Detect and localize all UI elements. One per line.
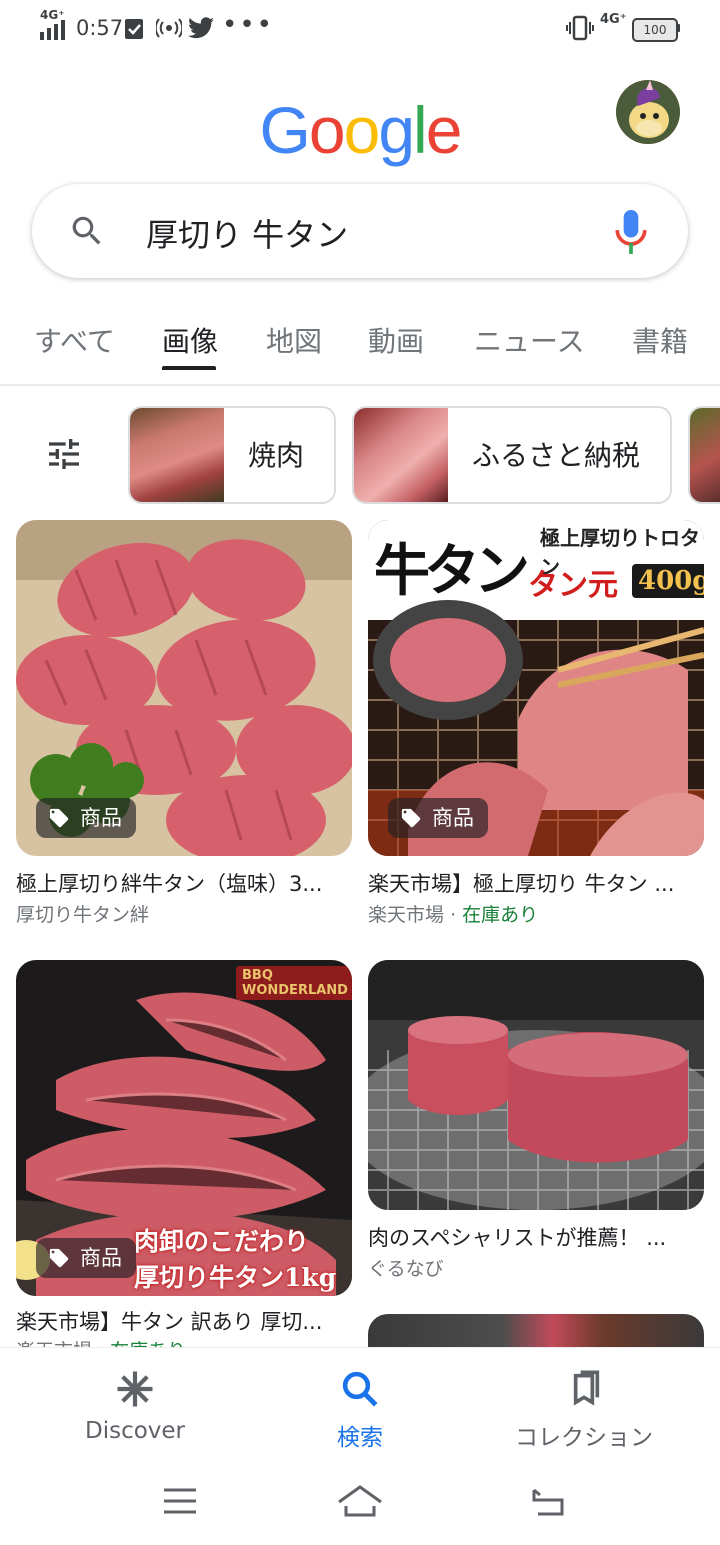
- tab-videos[interactable]: 動画: [368, 320, 424, 360]
- battery-icon: 100: [632, 18, 678, 42]
- avatar[interactable]: [616, 80, 680, 144]
- hotspot-icon: [156, 18, 182, 38]
- network-type: 4G⁺: [40, 8, 65, 22]
- product-badge: 商品: [36, 798, 136, 838]
- product-badge: 商品: [36, 1238, 136, 1278]
- tab-images[interactable]: 画像: [162, 320, 218, 360]
- search-icon: [342, 1371, 378, 1407]
- menu-icon[interactable]: [162, 1486, 198, 1516]
- overlay-weight: 400g: [632, 564, 704, 598]
- nav-label: Discover: [84, 1418, 186, 1444]
- overlay-brand: 牛タン: [374, 538, 530, 604]
- vibrate-icon: [566, 15, 594, 41]
- nav-collections[interactable]: コレクション: [494, 1364, 674, 1454]
- chip-label: ふるさと納税: [472, 439, 641, 472]
- result-source-1: 厚切り牛タン絆: [16, 904, 150, 926]
- network-type-right: 4G⁺: [600, 12, 627, 27]
- chip-partial[interactable]: [688, 406, 720, 504]
- chip-thumbnail: [130, 408, 224, 502]
- tab-maps[interactable]: 地図: [266, 320, 322, 360]
- status-bar: 4G⁺ 0:57 ••• 4G⁺ 100: [0, 0, 720, 56]
- tag-icon: [49, 808, 69, 828]
- result-title-1[interactable]: 極上厚切り絆牛タン（塩味）3...: [16, 868, 352, 898]
- result-title-2[interactable]: 楽天市場】極上厚切り 牛タン ...: [368, 868, 704, 898]
- nav-label: 検索: [337, 1425, 383, 1451]
- chip-thumbnail: [354, 408, 448, 502]
- asterisk-icon: [117, 1371, 153, 1407]
- result-image-3[interactable]: BBQ WONDERLAND 肉卸のこだわり 厚切り牛タン1kg 商品: [16, 960, 352, 1296]
- tab-books[interactable]: 書籍: [632, 320, 688, 360]
- overlay-brand: BBQ WONDERLAND: [236, 966, 352, 1000]
- tab-all[interactable]: すべて: [34, 320, 115, 360]
- badge-label: 商品: [80, 806, 122, 830]
- result-title-3[interactable]: 楽天市場】牛タン 訳あり 厚切...: [16, 1306, 352, 1336]
- nav-search[interactable]: 検索: [285, 1364, 435, 1454]
- chip-thumbnail: [690, 408, 720, 502]
- result-image-2[interactable]: 極上厚切りトロタン 牛タン タン元 400g 商品: [368, 520, 704, 856]
- filter-tune-icon[interactable]: [44, 434, 84, 474]
- battery-level: 100: [643, 23, 667, 37]
- chip-label: 焼肉: [248, 439, 305, 472]
- active-tab-indicator: [162, 366, 216, 370]
- result-source-2: 楽天市場 · 在庫あり: [368, 900, 538, 927]
- search-icon[interactable]: [68, 212, 106, 250]
- microphone-icon[interactable]: [614, 210, 648, 254]
- tag-icon: [49, 1248, 69, 1268]
- more-notifications-icon: •••: [222, 10, 275, 40]
- overlay-line1: 肉卸のこだわり: [134, 1227, 310, 1256]
- in-stock-label: 在庫あり: [462, 904, 539, 926]
- overlay-line2: 厚切り牛タン1kg: [134, 1263, 337, 1292]
- bookmarks-icon: [573, 1370, 600, 1406]
- result-source-4: ぐるなび: [368, 1258, 444, 1280]
- result-image-5[interactable]: [368, 1314, 704, 1347]
- search-query[interactable]: 厚切り 牛タン: [146, 210, 348, 256]
- clock: 0:57: [76, 16, 124, 40]
- home-icon[interactable]: [336, 1484, 384, 1518]
- result-image-4[interactable]: [368, 960, 704, 1210]
- google-logo: Google: [259, 93, 463, 167]
- tab-news[interactable]: ニュース: [474, 320, 585, 360]
- back-icon[interactable]: [530, 1486, 568, 1518]
- nav-label: コレクション: [515, 1425, 653, 1451]
- divider: [0, 384, 720, 386]
- source-name: 楽天市場: [368, 904, 445, 926]
- thick-tongue-grill-photo: [368, 960, 704, 1210]
- overlay-subtitle: タン元: [528, 568, 618, 603]
- badge-label: 商品: [432, 806, 474, 830]
- source-separator: ·: [450, 904, 457, 926]
- result-image-1[interactable]: 商品: [16, 520, 352, 856]
- result-title-4[interactable]: 肉のスペシャリストが推薦！ ...: [368, 1222, 704, 1252]
- twitter-icon: [188, 17, 214, 39]
- tag-icon: [401, 808, 421, 828]
- clipboard-check-icon: [125, 19, 143, 39]
- badge-label: 商品: [80, 1246, 122, 1270]
- product-badge: 商品: [388, 798, 488, 838]
- search-box[interactable]: [32, 184, 688, 278]
- unicorn-avatar-icon: [616, 80, 680, 144]
- chip-furusato-nozei[interactable]: ふるさと納税: [352, 406, 672, 504]
- chip-yakiniku[interactable]: 焼肉: [128, 406, 336, 504]
- nav-discover[interactable]: Discover: [60, 1364, 210, 1454]
